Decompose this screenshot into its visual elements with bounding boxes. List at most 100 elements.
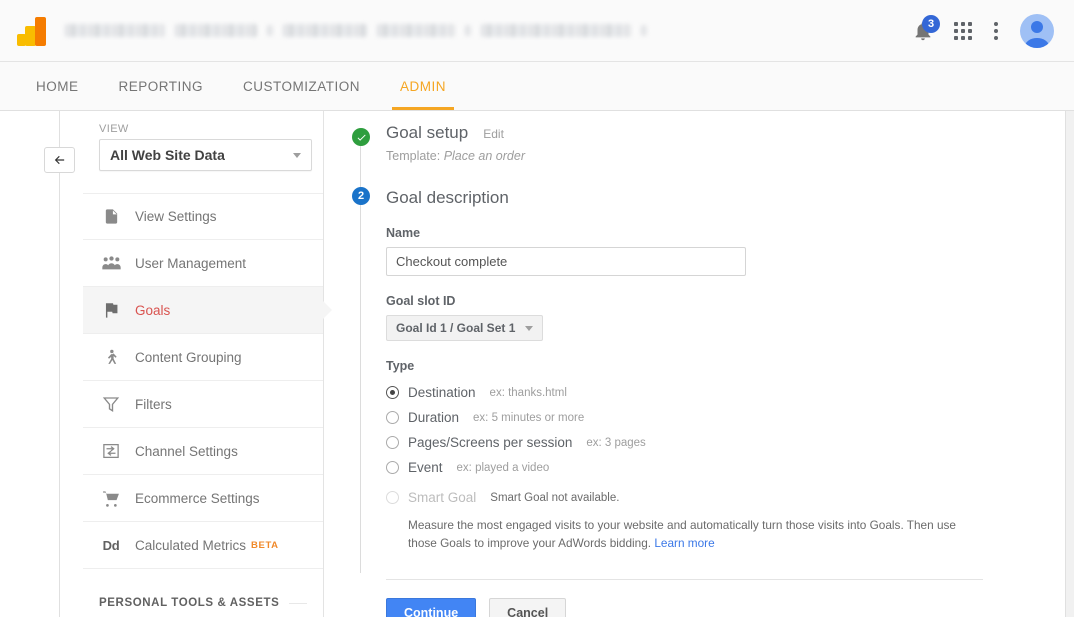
breadcrumb-redacted-3 [283,24,367,37]
radio-label: Duration [408,410,459,425]
collapse-rail [59,111,60,617]
admin-sidebar: VIEW All Web Site Data View Settings [83,111,324,617]
goal-slot-select[interactable]: Goal Id 1 / Goal Set 1 [386,315,543,341]
sidebar-item-label: Goals [135,303,170,318]
bell-icon[interactable]: 3 [912,20,934,42]
radio-smart-goal: Smart Goal Smart Goal not available. [386,485,1057,510]
step1-title-row: Goal setup Edit [386,123,1057,143]
admin-panel: VIEW All Web Site Data View Settings [0,111,1066,617]
beta-badge: BETA [251,540,279,551]
radio-label: Smart Goal [408,490,476,505]
more-vertical-icon[interactable] [992,20,1000,42]
step2-marker: 2 [352,187,370,205]
view-label: VIEW [99,123,323,135]
sidebar-item-user-management[interactable]: User Management [83,240,323,287]
name-label: Name [386,226,1057,240]
goal-name-input[interactable] [386,247,746,276]
section-divider [289,603,307,604]
sidebar-section-header: PERSONAL TOOLS & ASSETS [99,597,307,609]
sidebar-item-label: Channel Settings [135,444,238,459]
top-bar-actions: 3 [912,14,1054,48]
view-selector-value: All Web Site Data [110,147,293,163]
radio-example: ex: played a video [457,462,550,474]
breadcrumb-redacted-2 [175,24,257,37]
notification-badge: 3 [922,15,940,33]
avatar[interactable] [1020,14,1054,48]
continue-button[interactable]: Continue [386,598,476,617]
view-selector[interactable]: All Web Site Data [99,139,312,171]
radio-example: ex: 5 minutes or more [473,412,584,424]
content-area: VIEW All Web Site Data View Settings [0,111,1074,617]
apps-grid-icon[interactable] [954,22,972,40]
sidebar-item-label: User Management [135,256,246,271]
learn-more-link[interactable]: Learn more [654,536,714,550]
sidebar-item-label: Ecommerce Settings [135,491,260,506]
dd-icon: Dd [99,538,123,553]
radio-event[interactable]: Event ex: played a video [386,455,1057,480]
edit-link[interactable]: Edit [483,127,504,141]
person-walking-icon [99,347,123,368]
people-icon [99,256,123,271]
radio-indicator[interactable] [386,461,399,474]
sidebar-item-content-grouping[interactable]: Content Grouping [83,334,323,381]
goal-slot-label: Goal slot ID [386,294,1057,308]
goal-steps: 2 Goal setup Edit Template: Place an ord… [345,123,1057,617]
breadcrumb[interactable] [65,24,912,37]
goal-slot-value: Goal Id 1 / Goal Set 1 [396,321,515,335]
sidebar-menu: View Settings User Management Goals [83,193,323,569]
tab-reporting[interactable]: REPORTING [99,62,224,110]
sidebar-collapse-button[interactable] [44,147,75,173]
sidebar-item-channel-settings[interactable]: Channel Settings [83,428,323,475]
sidebar-item-label: Calculated Metrics [135,538,246,553]
google-analytics-logo[interactable] [17,16,47,46]
breadcrumb-separator-1 [267,25,273,36]
channel-arrows-icon [99,442,123,460]
sidebar-item-ecommerce-settings[interactable]: Ecommerce Settings [83,475,323,522]
tab-home[interactable]: HOME [16,62,99,110]
breadcrumb-separator-3 [641,25,647,36]
radio-pages-screens-per-session[interactable]: Pages/Screens per session ex: 3 pages [386,430,1057,455]
breadcrumb-separator-2 [465,25,471,36]
top-bar: 3 [0,0,1074,62]
goal-form: 2 Goal setup Edit Template: Place an ord… [345,111,1057,617]
type-label: Type [386,359,1057,373]
form-actions: Continue Cancel [386,598,1057,617]
sidebar-section-label: PERSONAL TOOLS & ASSETS [99,597,279,609]
radio-indicator[interactable] [386,436,399,449]
template-line: Template: Place an order [386,149,1057,163]
step1-check-icon [352,128,370,146]
radio-indicator [386,491,399,504]
radio-duration[interactable]: Duration ex: 5 minutes or more [386,405,1057,430]
sidebar-item-label: Content Grouping [135,350,242,365]
breadcrumb-redacted-1 [65,24,165,37]
radio-indicator[interactable] [386,386,399,399]
sidebar-item-label: Filters [135,397,172,412]
radio-indicator[interactable] [386,411,399,424]
tab-admin[interactable]: ADMIN [380,62,466,110]
cancel-button[interactable]: Cancel [489,598,566,617]
chevron-down-icon [293,153,301,158]
smart-goal-description: Measure the most engaged visits to your … [408,516,968,553]
radio-example: ex: 3 pages [586,437,645,449]
sidebar-item-goals[interactable]: Goals [83,287,323,334]
document-icon [99,207,123,226]
shopping-cart-icon [99,489,123,508]
main-nav: HOME REPORTING CUSTOMIZATION ADMIN [0,62,1074,111]
sidebar-item-calculated-metrics[interactable]: Dd Calculated Metrics BETA [83,522,323,569]
sidebar-item-filters[interactable]: Filters [83,381,323,428]
radio-destination[interactable]: Destination ex: thanks.html [386,380,1057,405]
breadcrumb-redacted-4 [377,24,455,37]
sidebar-item-view-settings[interactable]: View Settings [83,193,323,240]
breadcrumb-redacted-5 [481,24,631,37]
type-radio-group: Destination ex: thanks.html Duration ex:… [386,380,1057,553]
template-value: Place an order [444,149,525,163]
radio-example: ex: thanks.html [490,387,567,399]
sidebar-item-label: View Settings [135,209,217,224]
chevron-down-icon [525,326,533,331]
radio-label: Destination [408,385,476,400]
flag-icon [99,301,123,320]
tab-customization[interactable]: CUSTOMIZATION [223,62,380,110]
funnel-icon [99,395,123,413]
radio-label: Pages/Screens per session [408,435,572,450]
radio-label: Event [408,460,443,475]
